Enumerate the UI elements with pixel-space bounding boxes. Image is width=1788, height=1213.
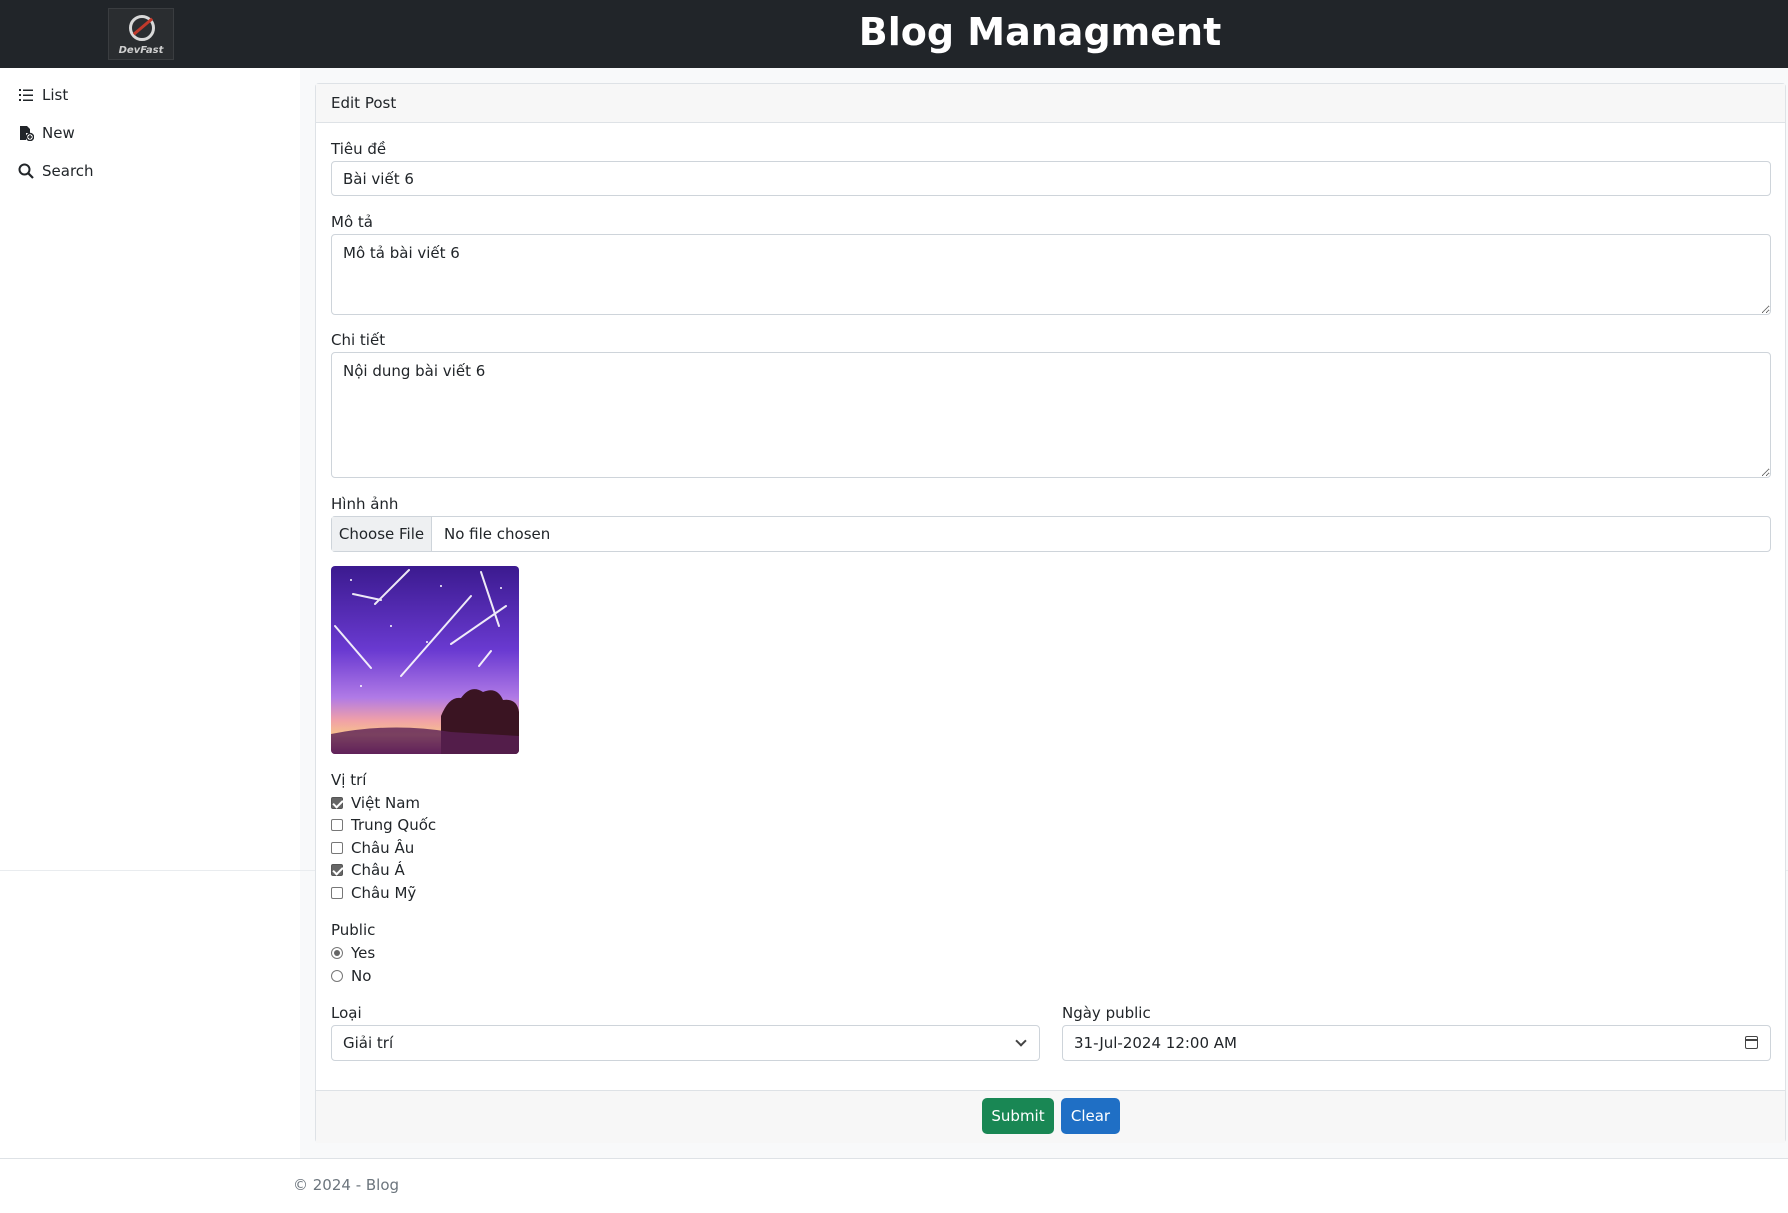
sidebar: List New Search: [0, 68, 300, 1158]
file-add-icon: [18, 125, 35, 142]
checkbox-label: Việt Nam: [351, 794, 421, 812]
radio-public-no[interactable]: No: [331, 966, 371, 986]
radio-label: No: [351, 967, 372, 985]
checkbox-label: Châu Mỹ: [351, 884, 417, 902]
checkbox-chau-au[interactable]: Châu Âu: [331, 838, 414, 858]
sidebar-item-new[interactable]: New: [18, 118, 75, 148]
sidebar-item-label: List: [42, 86, 69, 104]
checkbox-label: Châu Á: [351, 861, 405, 879]
title-input[interactable]: [331, 161, 1771, 196]
category-value: Giải trí: [343, 1034, 394, 1052]
devfast-logo[interactable]: DevFast: [108, 8, 174, 60]
file-status: No file chosen: [444, 525, 551, 543]
sidebar-item-label: New: [42, 124, 75, 142]
radio-circle[interactable]: [331, 947, 343, 959]
checkbox-box[interactable]: [331, 819, 343, 831]
detail-textarea[interactable]: Nội dung bài viết 6: [331, 352, 1771, 478]
footer-divider: [0, 1158, 1788, 1159]
checkbox-box[interactable]: [331, 864, 343, 876]
checkbox-box[interactable]: [331, 887, 343, 899]
position-label: Vị trí: [331, 771, 367, 789]
app-title: Blog Managment: [858, 10, 1222, 54]
description-textarea[interactable]: Mô tả bài viết 6: [331, 234, 1771, 315]
category-select[interactable]: Giải trí: [331, 1025, 1040, 1061]
radio-circle[interactable]: [331, 970, 343, 982]
checkbox-vietnam[interactable]: Việt Nam: [331, 793, 420, 813]
search-icon: [18, 163, 34, 179]
footer-copyright: © 2024 - Blog: [293, 1176, 400, 1194]
checkbox-label: Châu Âu: [351, 839, 415, 857]
checkbox-box[interactable]: [331, 797, 343, 809]
sidebar-item-label: Search: [42, 162, 94, 180]
chevron-down-icon: [1015, 1035, 1027, 1047]
detail-label: Chi tiết: [331, 331, 386, 349]
logo-text: DevFast: [118, 45, 164, 56]
public-label: Public: [331, 921, 376, 939]
radio-label: Yes: [351, 944, 376, 962]
sidebar-item-list[interactable]: List: [18, 80, 68, 110]
top-navbar: DevFast Blog Managment: [0, 0, 1788, 68]
submit-button[interactable]: Submit: [982, 1098, 1054, 1134]
post-image-preview: [331, 566, 519, 754]
date-label: Ngày public: [1062, 1004, 1151, 1022]
checkbox-trung-quoc[interactable]: Trung Quốc: [331, 815, 436, 835]
checkbox-label: Trung Quốc: [351, 816, 437, 834]
checkbox-chau-my[interactable]: Châu Mỹ: [331, 883, 416, 903]
choose-file-button[interactable]: Choose File: [332, 517, 432, 551]
calendar-icon[interactable]: [1745, 1036, 1758, 1049]
checkbox-box[interactable]: [331, 842, 343, 854]
category-label: Loại: [331, 1004, 362, 1022]
sidebar-item-search[interactable]: Search: [18, 156, 94, 186]
list-icon: [18, 87, 34, 103]
image-label: Hình ảnh: [331, 495, 399, 513]
card-header: Edit Post: [316, 84, 1785, 123]
file-input[interactable]: Choose File No file chosen: [331, 516, 1771, 552]
date-value: 31-Jul-2024 12:00 AM: [1074, 1034, 1237, 1052]
public-date-input[interactable]: 31-Jul-2024 12:00 AM: [1062, 1025, 1771, 1061]
description-label: Mô tả: [331, 213, 373, 231]
radio-public-yes[interactable]: Yes: [331, 943, 375, 963]
clear-button[interactable]: Clear: [1061, 1098, 1120, 1134]
title-label: Tiêu đề: [331, 140, 387, 158]
checkbox-chau-a[interactable]: Châu Á: [331, 860, 405, 880]
